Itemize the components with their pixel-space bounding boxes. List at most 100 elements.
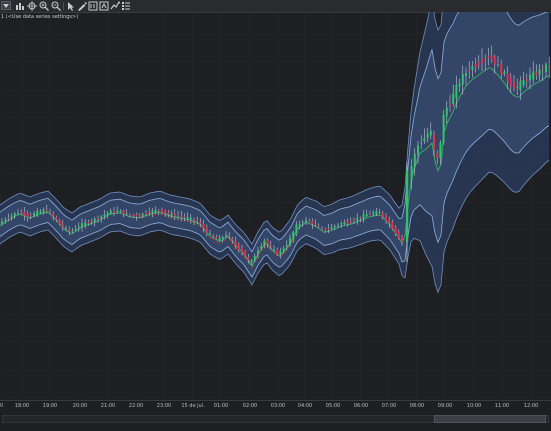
candle-down [97, 218, 99, 220]
candle-up [1, 221, 3, 224]
candle-down [381, 212, 384, 218]
candle-down [433, 133, 435, 151]
candle-up [413, 153, 416, 167]
candle-down [87, 221, 90, 224]
candle-up [151, 210, 154, 213]
candle-down [487, 56, 490, 58]
candle-up [497, 64, 499, 65]
candle-up [74, 228, 77, 230]
candle-up [406, 170, 409, 242]
candle-down [45, 209, 48, 212]
candle-down [346, 221, 349, 224]
chart-trader-icon[interactable] [88, 1, 98, 11]
candle-up [340, 223, 343, 225]
time-axis[interactable]: 0 18:00 19:00 20:00 21:00 22:00 23:00 15 de jul… [0, 400, 551, 412]
candle-up [337, 224, 339, 226]
time-axis-tick: 09:00 [437, 403, 453, 409]
list-icon[interactable] [121, 1, 131, 11]
candle-down [167, 212, 170, 215]
candle-down [391, 222, 394, 230]
candle-up [417, 145, 419, 155]
candle-up [356, 218, 359, 221]
candle-down [241, 247, 243, 253]
candle-down [234, 241, 237, 246]
candle-up [17, 213, 19, 214]
candle-down [353, 219, 355, 221]
candle-up [141, 213, 144, 216]
candle-up [445, 107, 448, 117]
candle-down [276, 249, 279, 255]
candle-down [138, 214, 141, 217]
time-axis-tick: 18:00 [14, 403, 30, 409]
candle-up [423, 138, 426, 141]
horizontal-scrollbar[interactable] [0, 412, 551, 431]
bar-chart-icon[interactable] [15, 1, 25, 11]
candle-up [455, 84, 458, 99]
candle-down [509, 77, 512, 87]
candle-down [500, 63, 503, 74]
candle-up [522, 80, 525, 86]
candle-down [369, 214, 371, 215]
time-axis-tick: 19:00 [42, 403, 58, 409]
candle-up [109, 210, 112, 214]
candle-down [90, 221, 93, 222]
candle-up [257, 250, 259, 255]
candle-down [193, 218, 195, 221]
candle-down [52, 213, 55, 217]
candle-up [429, 130, 432, 136]
scrollbar-thumb[interactable] [434, 415, 547, 423]
zoom-in-icon[interactable] [39, 1, 49, 11]
candle-up [305, 219, 307, 222]
candle-up [125, 213, 128, 215]
strategy-icon[interactable] [110, 1, 120, 11]
candle-up [426, 133, 429, 138]
time-axis-tick: 06:00 [353, 403, 369, 409]
draw-tools-icon[interactable] [77, 1, 87, 11]
candle-down [205, 226, 208, 234]
candle-down [148, 211, 151, 214]
candle-up [170, 213, 173, 216]
candle-down [55, 217, 58, 220]
candle-down [215, 237, 218, 239]
candle-up [39, 211, 42, 213]
candle-up [461, 74, 464, 85]
chart-plot-area[interactable] [0, 12, 551, 400]
time-axis-tick: 0 [0, 403, 4, 409]
candle-up [301, 222, 304, 224]
candle-up [330, 227, 333, 229]
candle-down [20, 212, 23, 214]
candle-down [317, 226, 320, 227]
candle-down [122, 210, 125, 215]
candle-up [503, 71, 506, 74]
candle-down [132, 215, 135, 216]
candle-down [490, 55, 493, 60]
time-axis-tick: 12:00 [523, 403, 539, 409]
candle-down [388, 219, 391, 224]
zoom-out-icon[interactable] [51, 1, 61, 11]
candle-up [292, 232, 295, 239]
crosshair-icon[interactable] [27, 1, 37, 11]
candle-up [42, 209, 45, 213]
candle-down [481, 59, 483, 64]
candle-up [13, 213, 16, 216]
time-axis-tick: 05:00 [325, 403, 341, 409]
candle-down [321, 228, 323, 230]
candle-down [68, 229, 71, 232]
pointer-icon[interactable] [66, 1, 76, 11]
price-chart[interactable] [0, 12, 551, 400]
candle-up [81, 223, 83, 228]
candle-up [65, 227, 67, 229]
candle-up [298, 224, 301, 226]
candle-down [311, 220, 314, 225]
time-axis-tick: 03:00 [270, 403, 286, 409]
time-axis-tick: 07:00 [381, 403, 397, 409]
candle-down [394, 226, 397, 234]
dropdown-icon[interactable] [1, 1, 11, 10]
candle-up [119, 210, 122, 213]
candle-down [58, 220, 61, 224]
candle-down [202, 224, 205, 229]
properties-icon[interactable] [99, 1, 109, 11]
candle-down [477, 61, 480, 66]
candle-up [116, 210, 119, 212]
candle-down [183, 216, 186, 218]
